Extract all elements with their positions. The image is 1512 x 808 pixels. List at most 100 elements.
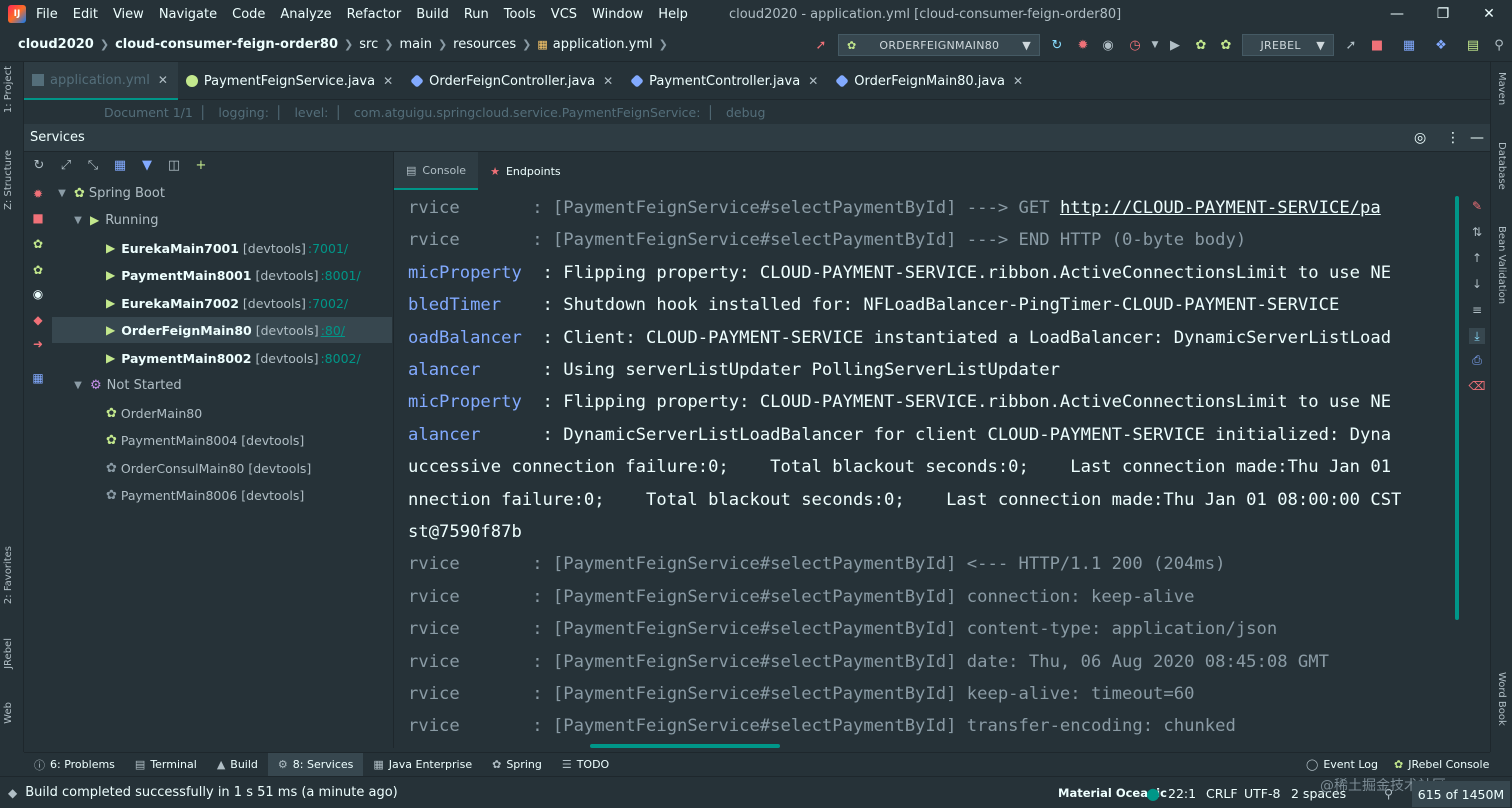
profiler-chevron-icon[interactable]: ▼: [1146, 36, 1164, 54]
refresh-icon[interactable]: ↻: [30, 156, 48, 174]
menu-edit[interactable]: Edit: [73, 7, 98, 22]
menu-file[interactable]: File: [36, 7, 58, 22]
tab-payment-controller[interactable]: PaymentController.java ✕: [623, 62, 828, 100]
crumb-level[interactable]: level:: [294, 105, 328, 120]
tree-node-not-started[interactable]: ▼ ⚙ Not Started: [72, 372, 392, 398]
stop-service-icon[interactable]: ■: [30, 210, 46, 226]
debug-service-icon[interactable]: ✹: [30, 186, 46, 202]
menu-view[interactable]: View: [113, 7, 144, 22]
menu-refactor[interactable]: Refactor: [347, 7, 402, 22]
soft-wrap-icon[interactable]: ≡: [1469, 302, 1485, 318]
jrebel-debug-icon[interactable]: ✿: [1217, 36, 1235, 54]
menu-vcs[interactable]: VCS: [551, 7, 577, 22]
web-tool-button[interactable]: Web: [3, 702, 14, 724]
terminal-toolbar-icon[interactable]: ▤: [1464, 36, 1482, 54]
service-item-eureka7002[interactable]: ▶ EurekaMain7002 [devtools] :7002/: [106, 290, 392, 316]
service-item-payment8002[interactable]: ▶ PaymentMain8002 [devtools] :8002/: [106, 345, 392, 371]
minimize-icon[interactable]: —: [1374, 0, 1420, 28]
print-icon[interactable]: ⎙: [1469, 352, 1485, 368]
caret-position[interactable]: 22:1: [1168, 777, 1196, 808]
add-service-icon[interactable]: +: [192, 156, 210, 174]
tab-payment-feign-service[interactable]: PaymentFeignService.java ✕: [178, 62, 403, 100]
tab-application-yml[interactable]: application.yml ✕: [24, 62, 178, 100]
tool-spring[interactable]: ✿ Spring: [482, 753, 552, 777]
jrebel-tool-button[interactable]: JRebel: [3, 638, 14, 669]
hide-panel-icon[interactable]: —: [1470, 130, 1484, 146]
tree-node-running[interactable]: ▼ ▶ Running: [72, 207, 392, 233]
jrebel-run-icon[interactable]: ✿: [1192, 36, 1210, 54]
favorites-tool-button[interactable]: 2: Favorites: [3, 546, 14, 604]
crumb-main[interactable]: main ❯: [399, 37, 453, 52]
bean-validation-tool-button[interactable]: Bean Validation: [1496, 226, 1507, 304]
jrebel-run-service-icon[interactable]: ✿: [30, 236, 46, 252]
expand-all-icon[interactable]: ⤢: [57, 156, 75, 174]
service-item-orderfeign80[interactable]: ▶ OrderFeignMain80 [devtools] :80/: [52, 317, 392, 343]
service-item-orderconsul80[interactable]: ✿ OrderConsulMain80 [devtools]: [106, 455, 392, 481]
layout-icon[interactable]: ▦: [30, 370, 46, 386]
search-icon[interactable]: ⚲: [1490, 36, 1508, 54]
tool-java-enterprise[interactable]: ▦ Java Enterprise: [363, 753, 482, 777]
tool-build[interactable]: ▲ Build: [207, 753, 268, 777]
maven-tool-button[interactable]: Maven: [1496, 72, 1507, 105]
console-horizontal-scrollbar[interactable]: [590, 744, 780, 748]
menu-build[interactable]: Build: [416, 7, 449, 22]
service-item-payment8001[interactable]: ▶ PaymentMain8001 [devtools] :8001/: [106, 262, 392, 288]
line-separator[interactable]: CRLF: [1206, 777, 1238, 808]
arrow-down-icon[interactable]: ↓: [1469, 276, 1485, 292]
jrebel-hammer-icon[interactable]: ➚: [1342, 36, 1360, 54]
tool-todo[interactable]: ☰ TODO: [552, 753, 619, 777]
hammer-icon[interactable]: ➚: [812, 36, 830, 54]
menu-run[interactable]: Run: [464, 7, 489, 22]
new-tab-icon[interactable]: ◫: [165, 156, 183, 174]
more-options-icon[interactable]: ⋮: [1446, 130, 1460, 146]
crumb-project[interactable]: cloud2020 ❯: [18, 37, 115, 52]
close-window-icon[interactable]: ✕: [1466, 0, 1512, 28]
status-message[interactable]: Build completed successfully in 1 s 51 m…: [25, 785, 398, 800]
service-port-link[interactable]: :8001/: [320, 268, 360, 283]
scroll-to-end-icon[interactable]: ⤓: [1469, 328, 1485, 344]
camera-icon[interactable]: ◉: [30, 286, 46, 302]
run-config-select[interactable]: ✿ ORDERFEIGNMAIN80 ▼: [838, 34, 1040, 56]
service-item-eureka7001[interactable]: ▶ EurekaMain7001 [devtools] :7001/: [106, 235, 392, 261]
chevron-down-icon[interactable]: ▼: [56, 188, 68, 199]
tool-problems[interactable]: ⓘ 6: Problems: [24, 753, 125, 777]
debug-icon[interactable]: ✹: [1074, 36, 1092, 54]
sort-icon[interactable]: ⇅: [1469, 224, 1485, 240]
close-icon[interactable]: ✕: [158, 73, 168, 87]
tool-terminal[interactable]: ▤ Terminal: [125, 753, 207, 777]
tab-endpoints[interactable]: ★ Endpoints: [478, 152, 573, 190]
run-icon[interactable]: ▶: [1166, 36, 1184, 54]
word-book-tool-button[interactable]: Word Book: [1496, 672, 1507, 726]
jrebel-debug-service-icon[interactable]: ✿: [30, 262, 46, 278]
service-item-payment8006[interactable]: ✿ PaymentMain8006 [devtools]: [106, 482, 392, 508]
crumb-module[interactable]: cloud-consumer-feign-order80 ❯: [115, 37, 359, 52]
exit-icon[interactable]: ➜: [30, 336, 46, 352]
menu-analyze[interactable]: Analyze: [280, 7, 331, 22]
jrebel-select[interactable]: JREBEL ▼: [1242, 34, 1334, 56]
service-port-link[interactable]: :7002/: [308, 296, 348, 311]
close-icon[interactable]: ✕: [603, 74, 613, 88]
menu-tools[interactable]: Tools: [504, 7, 536, 22]
menu-navigate[interactable]: Navigate: [159, 7, 217, 22]
coverage-icon[interactable]: ◉: [1099, 36, 1117, 54]
menu-window[interactable]: Window: [592, 7, 643, 22]
console-output[interactable]: rvice : [PaymentFeignService#selectPayme…: [393, 190, 1459, 748]
tab-order-feign-main80[interactable]: OrderFeignMain80.java ✕: [828, 62, 1033, 100]
translate-icon[interactable]: ❖: [1432, 36, 1450, 54]
memory-indicator[interactable]: 615 of 1450M: [1412, 781, 1510, 807]
crumb-debug[interactable]: debug: [726, 105, 765, 120]
rerun-icon[interactable]: ↻: [1048, 36, 1066, 54]
tab-order-feign-controller[interactable]: OrderFeignController.java ✕: [403, 62, 623, 100]
pin-icon[interactable]: ◆: [30, 312, 46, 328]
service-port-link[interactable]: :80/: [321, 323, 345, 338]
service-item-payment8004[interactable]: ✿ PaymentMain8004 [devtools]: [106, 427, 392, 453]
menu-code[interactable]: Code: [232, 7, 265, 22]
service-port-link[interactable]: :8002/: [320, 351, 360, 366]
target-icon[interactable]: ◎: [1414, 130, 1426, 146]
restore-icon[interactable]: ❐: [1420, 0, 1466, 28]
file-encoding[interactable]: UTF-8: [1244, 777, 1280, 808]
profiler-icon[interactable]: ◷: [1126, 36, 1144, 54]
arrow-up-icon[interactable]: ↑: [1469, 250, 1485, 266]
stop-icon[interactable]: ■: [1368, 36, 1386, 54]
service-port-link[interactable]: :7001/: [308, 241, 348, 256]
